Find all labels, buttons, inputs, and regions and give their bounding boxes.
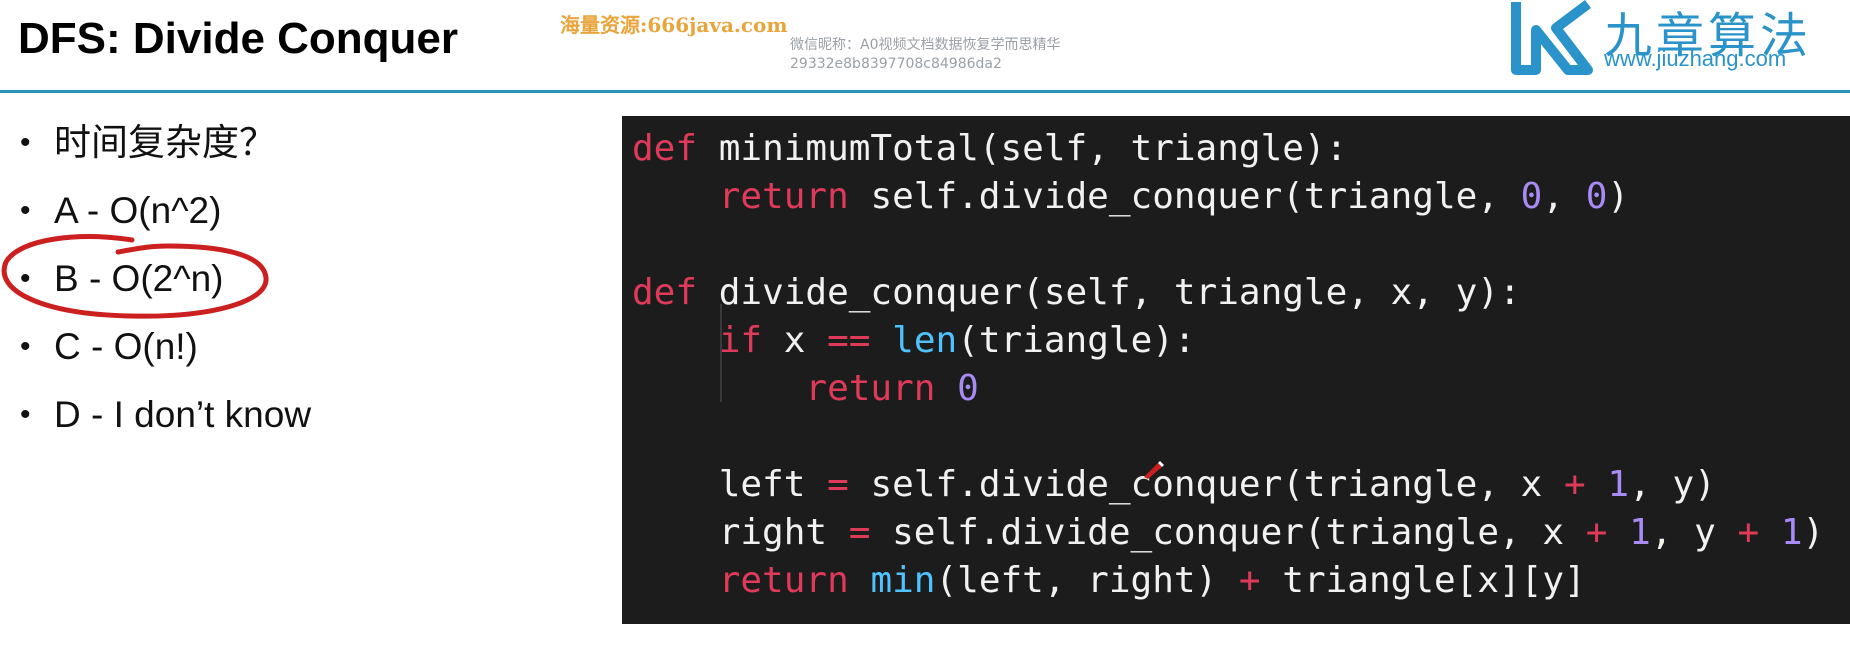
operator-eq: ==: [827, 320, 871, 361]
bullet-label: D - I don’t know: [54, 394, 312, 435]
fn-name: minimumTotal: [718, 128, 979, 169]
watermark-line-1: 微信昵称：A0视频文档数据恢复学而思精华: [790, 37, 1061, 53]
code-var: x: [762, 320, 828, 361]
builtin-min: min: [870, 560, 936, 601]
bullet-label: C - O(n!): [54, 326, 198, 367]
number-literal: 1: [1780, 512, 1803, 553]
bullet-dot-icon: •: [20, 194, 31, 227]
pen-cursor-icon: [1144, 461, 1164, 479]
keyword-return: return: [805, 368, 936, 409]
operator-assign: =: [827, 464, 849, 505]
watermark-line-2: 29332e8b8397708c84986da2: [790, 56, 1002, 72]
operator-plus: +: [1564, 464, 1586, 505]
operator-plus: +: [1737, 512, 1760, 553]
operator-assign: =: [848, 512, 871, 553]
bullet-question: • 时间复杂度？: [20, 120, 311, 188]
number-literal: 1: [1629, 512, 1651, 553]
code-call: self.divide_conquer(triangle,: [870, 464, 1499, 505]
fn-name: divide_conquer: [718, 272, 1023, 313]
code-line-5: if x == len(triangle):: [632, 320, 1196, 361]
logo-url: www.jiuzhang.com: [1604, 46, 1787, 71]
code-comma: ,: [1542, 176, 1586, 217]
code-line-2: return self.divide_conquer(triangle, 0, …: [632, 176, 1629, 217]
code-line-1: def minimumTotal(self, triangle):: [632, 128, 1347, 169]
bullet-option-c: • C - O(n!): [20, 324, 311, 392]
number-literal: 0: [957, 368, 979, 409]
code-paren: ): [1802, 512, 1825, 553]
watermark-top: 海量资源:666java.com: [560, 13, 788, 37]
code-paren: ): [1607, 176, 1630, 217]
code-line-8: left = self.divide_conquer(triangle, x +…: [632, 464, 1716, 505]
code-args: (triangle):: [957, 320, 1196, 361]
bullet-option-d: • D - I don’t know: [20, 392, 311, 460]
keyword-def: def: [632, 128, 698, 169]
code-var: left: [718, 464, 828, 505]
bullet-dot-icon: •: [20, 398, 31, 431]
code-var: x: [1499, 464, 1565, 505]
code-line-6: return 0: [632, 368, 979, 409]
code-var: x: [1520, 512, 1586, 553]
page-title: DFS: Divide Conquer: [18, 14, 459, 63]
code-comma: , y: [1650, 512, 1738, 553]
fn-args: (self, triangle, x, y):: [1022, 272, 1521, 313]
code-call: self.divide_conquer(triangle,: [870, 176, 1499, 217]
fn-args: (self, triangle):: [978, 128, 1348, 169]
code-block: def minimumTotal(self, triangle): return…: [622, 116, 1850, 624]
code-args: (left, right): [935, 560, 1239, 601]
hand-drawn-circle-annotation: [1, 234, 269, 319]
code-var: y): [1672, 464, 1716, 505]
watermark-id: 微信昵称：A0视频文档数据恢复学而思精华 29332e8b8397708c849…: [790, 36, 1060, 74]
keyword-return: return: [718, 560, 849, 601]
bullet-dot-icon: •: [20, 126, 31, 159]
title-divider: [0, 90, 1850, 93]
keyword-if: if: [718, 320, 763, 361]
keyword-return: return: [718, 176, 849, 217]
code-line-9: right = self.divide_conquer(triangle, x …: [632, 512, 1825, 553]
code-index: triangle[x][y]: [1260, 560, 1586, 601]
code-line-4: def divide_conquer(self, triangle, x, y)…: [632, 272, 1521, 313]
bullet-label: 时间复杂度？: [54, 122, 276, 163]
code-line-10: return min(left, right) + triangle[x][y]: [632, 560, 1586, 601]
code-var: right: [718, 512, 849, 553]
number-literal: 0: [1585, 176, 1608, 217]
number-literal: 0: [1520, 176, 1543, 217]
code-call: self.divide_conquer(triangle,: [892, 512, 1521, 553]
number-literal: 1: [1607, 464, 1630, 505]
code-comma: ,: [1629, 464, 1673, 505]
builtin-len: len: [892, 320, 958, 361]
operator-plus: +: [1585, 512, 1608, 553]
keyword-def: def: [632, 272, 698, 313]
bullet-dot-icon: •: [20, 330, 31, 363]
operator-plus: +: [1238, 560, 1261, 601]
bullet-label: A - O(n^2): [54, 190, 222, 231]
